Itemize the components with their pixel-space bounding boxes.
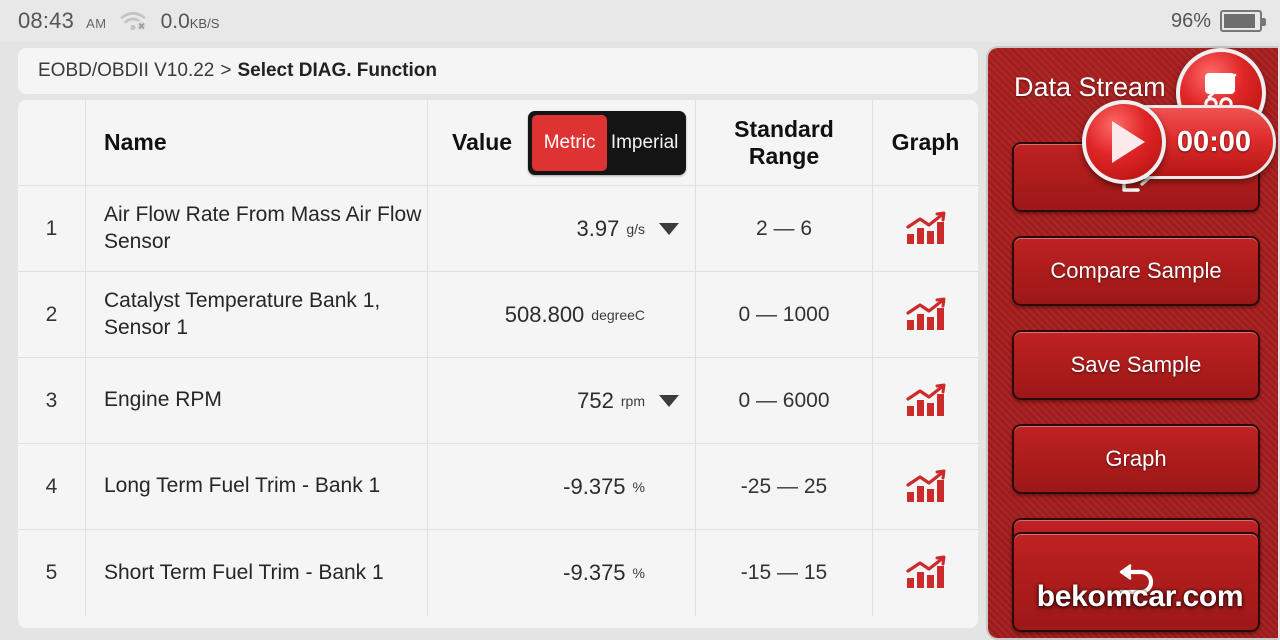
breadcrumb-root[interactable]: EOBD/OBDII V10.22 bbox=[38, 60, 214, 82]
header-name: Name bbox=[86, 100, 428, 185]
row-unit: rpm bbox=[620, 392, 645, 409]
bar-chart-trend-icon bbox=[904, 555, 948, 591]
clock-time: 08:43 bbox=[18, 8, 75, 33]
site-watermark: bekomcar.com bbox=[1036, 580, 1244, 613]
row-value: 508.800 bbox=[504, 301, 585, 327]
data-stream-table: Name Value Metric Imperial Standard Rang… bbox=[18, 100, 978, 628]
battery-icon bbox=[1220, 10, 1266, 32]
panel-button-graph[interactable]: Graph bbox=[1012, 424, 1260, 494]
table-header-row: Name Value Metric Imperial Standard Rang… bbox=[18, 100, 978, 186]
row-value-cell[interactable]: 3.97 g/s bbox=[428, 186, 696, 271]
play-record-button[interactable] bbox=[1082, 100, 1166, 184]
row-index: 4 bbox=[18, 444, 86, 529]
table-row[interactable]: 2 Catalyst Temperature Bank 1, Sensor 1 50… bbox=[18, 272, 978, 358]
row-unit: g/s bbox=[626, 220, 645, 237]
row-standard-range: -25 — 25 bbox=[696, 444, 873, 529]
row-value: 3.97 bbox=[576, 215, 620, 241]
toggle-option-imperial[interactable]: Imperial bbox=[607, 115, 682, 171]
panel-button-save-sample[interactable]: Save Sample bbox=[1012, 330, 1260, 400]
breadcrumb-current: Select DIAG. Function bbox=[237, 60, 437, 81]
table-row[interactable]: 5 Short Term Fuel Trim - Bank 1 -9.375% -15… bbox=[18, 530, 978, 616]
table-row[interactable]: 1 Air Flow Rate From Mass Air Flow Sensor… bbox=[18, 186, 978, 272]
row-index: 1 bbox=[18, 186, 86, 271]
row-name-cell: Air Flow Rate From Mass Air Flow Sensor bbox=[86, 186, 428, 271]
row-value: -9.375 bbox=[563, 473, 626, 499]
row-graph-button[interactable] bbox=[873, 272, 978, 357]
network-speed-value: 0.0 bbox=[160, 10, 190, 33]
row-standard-range: 0 — 1000 bbox=[696, 272, 873, 357]
table-row[interactable]: 4 Long Term Fuel Trim - Bank 1 -9.375% -25 … bbox=[18, 444, 978, 530]
table-body: 1 Air Flow Rate From Mass Air Flow Sensor… bbox=[18, 186, 978, 616]
bar-chart-trend-icon bbox=[904, 469, 948, 505]
row-unit: % bbox=[632, 565, 645, 581]
row-value-cell[interactable]: -9.375% bbox=[428, 530, 696, 616]
table-row[interactable]: 3 Engine RPM 752 rpm 0 — 6000 bbox=[18, 358, 978, 444]
header-value-cell: Value Metric Imperial bbox=[428, 100, 696, 185]
status-bar: 08:43 AM 0.0KB/S 96% bbox=[0, 0, 1280, 42]
row-name: Long Term Fuel Trim - Bank 1 bbox=[104, 474, 381, 498]
header-graph: Graph bbox=[891, 129, 960, 156]
row-unit: degreeC bbox=[591, 306, 645, 323]
bar-chart-trend-icon bbox=[904, 383, 948, 419]
row-graph-button[interactable] bbox=[873, 358, 978, 443]
network-speed: 0.0KB/S bbox=[161, 10, 220, 34]
row-name-cell: Catalyst Temperature Bank 1, Sensor 1 bbox=[86, 272, 428, 357]
row-name: Catalyst Temperature Bank 1, Sensor 1 bbox=[104, 289, 381, 339]
row-unit: % bbox=[632, 478, 645, 495]
row-graph-button[interactable] bbox=[873, 530, 978, 616]
network-speed-unit: KB/S bbox=[189, 16, 220, 31]
toggle-option-metric[interactable]: Metric bbox=[532, 114, 608, 171]
bar-chart-trend-icon bbox=[904, 297, 948, 333]
row-value-cell[interactable]: 752 rpm bbox=[428, 358, 696, 443]
panel-button-compare-sample-label: Compare Sample bbox=[1050, 258, 1222, 283]
header-value: Value bbox=[452, 129, 513, 155]
bar-chart-trend-icon bbox=[904, 211, 948, 247]
row-standard-range: -15 — 15 bbox=[696, 530, 873, 616]
row-standard-range: 2 — 6 bbox=[696, 186, 873, 271]
row-graph-button[interactable] bbox=[873, 186, 978, 271]
clock-ampm: AM bbox=[86, 16, 107, 31]
header-standard-range: Standard Range bbox=[696, 100, 873, 185]
chevron-down-icon[interactable] bbox=[659, 394, 679, 407]
status-bar-left: 08:43 AM 0.0KB/S bbox=[18, 8, 219, 34]
row-name: Air Flow Rate From Mass Air Flow Sensor bbox=[104, 203, 422, 253]
play-icon bbox=[1111, 121, 1145, 163]
wifi-off-icon bbox=[119, 10, 149, 32]
record-timer-value: 00:00 bbox=[1176, 125, 1251, 158]
row-name: Short Term Fuel Trim - Bank 1 bbox=[104, 560, 384, 584]
unit-system-toggle[interactable]: Metric Imperial bbox=[528, 110, 687, 175]
status-bar-right: 96% bbox=[1170, 9, 1266, 33]
panel-button-graph-label: Graph bbox=[1105, 446, 1167, 471]
row-value-cell[interactable]: -9.375% bbox=[428, 444, 696, 529]
panel-button-save-sample-label: Save Sample bbox=[1070, 352, 1202, 377]
chevron-down-icon[interactable] bbox=[659, 222, 679, 235]
row-name: Engine RPM bbox=[104, 388, 222, 412]
row-index: 3 bbox=[18, 358, 86, 443]
row-graph-button[interactable] bbox=[873, 444, 978, 529]
breadcrumb-separator: > bbox=[220, 60, 232, 81]
row-standard-range: 0 — 6000 bbox=[696, 358, 873, 443]
row-index: 2 bbox=[18, 272, 86, 357]
battery-percent: 96% bbox=[1170, 9, 1211, 32]
row-name-cell: Engine RPM bbox=[86, 358, 428, 443]
header-index bbox=[18, 100, 86, 185]
row-value: -9.375 bbox=[563, 560, 626, 585]
row-value-cell[interactable]: 508.800 degreeC bbox=[428, 272, 696, 357]
row-index: 5 bbox=[18, 530, 86, 616]
panel-button-compare-sample[interactable]: Compare Sample bbox=[1012, 236, 1260, 306]
row-name-cell: Short Term Fuel Trim - Bank 1 bbox=[86, 530, 428, 616]
row-value: 752 bbox=[577, 387, 614, 413]
row-name-cell: Long Term Fuel Trim - Bank 1 bbox=[86, 444, 428, 529]
breadcrumb[interactable]: EOBD/OBDII V10.22 > Select DIAG. Functio… bbox=[18, 48, 978, 94]
